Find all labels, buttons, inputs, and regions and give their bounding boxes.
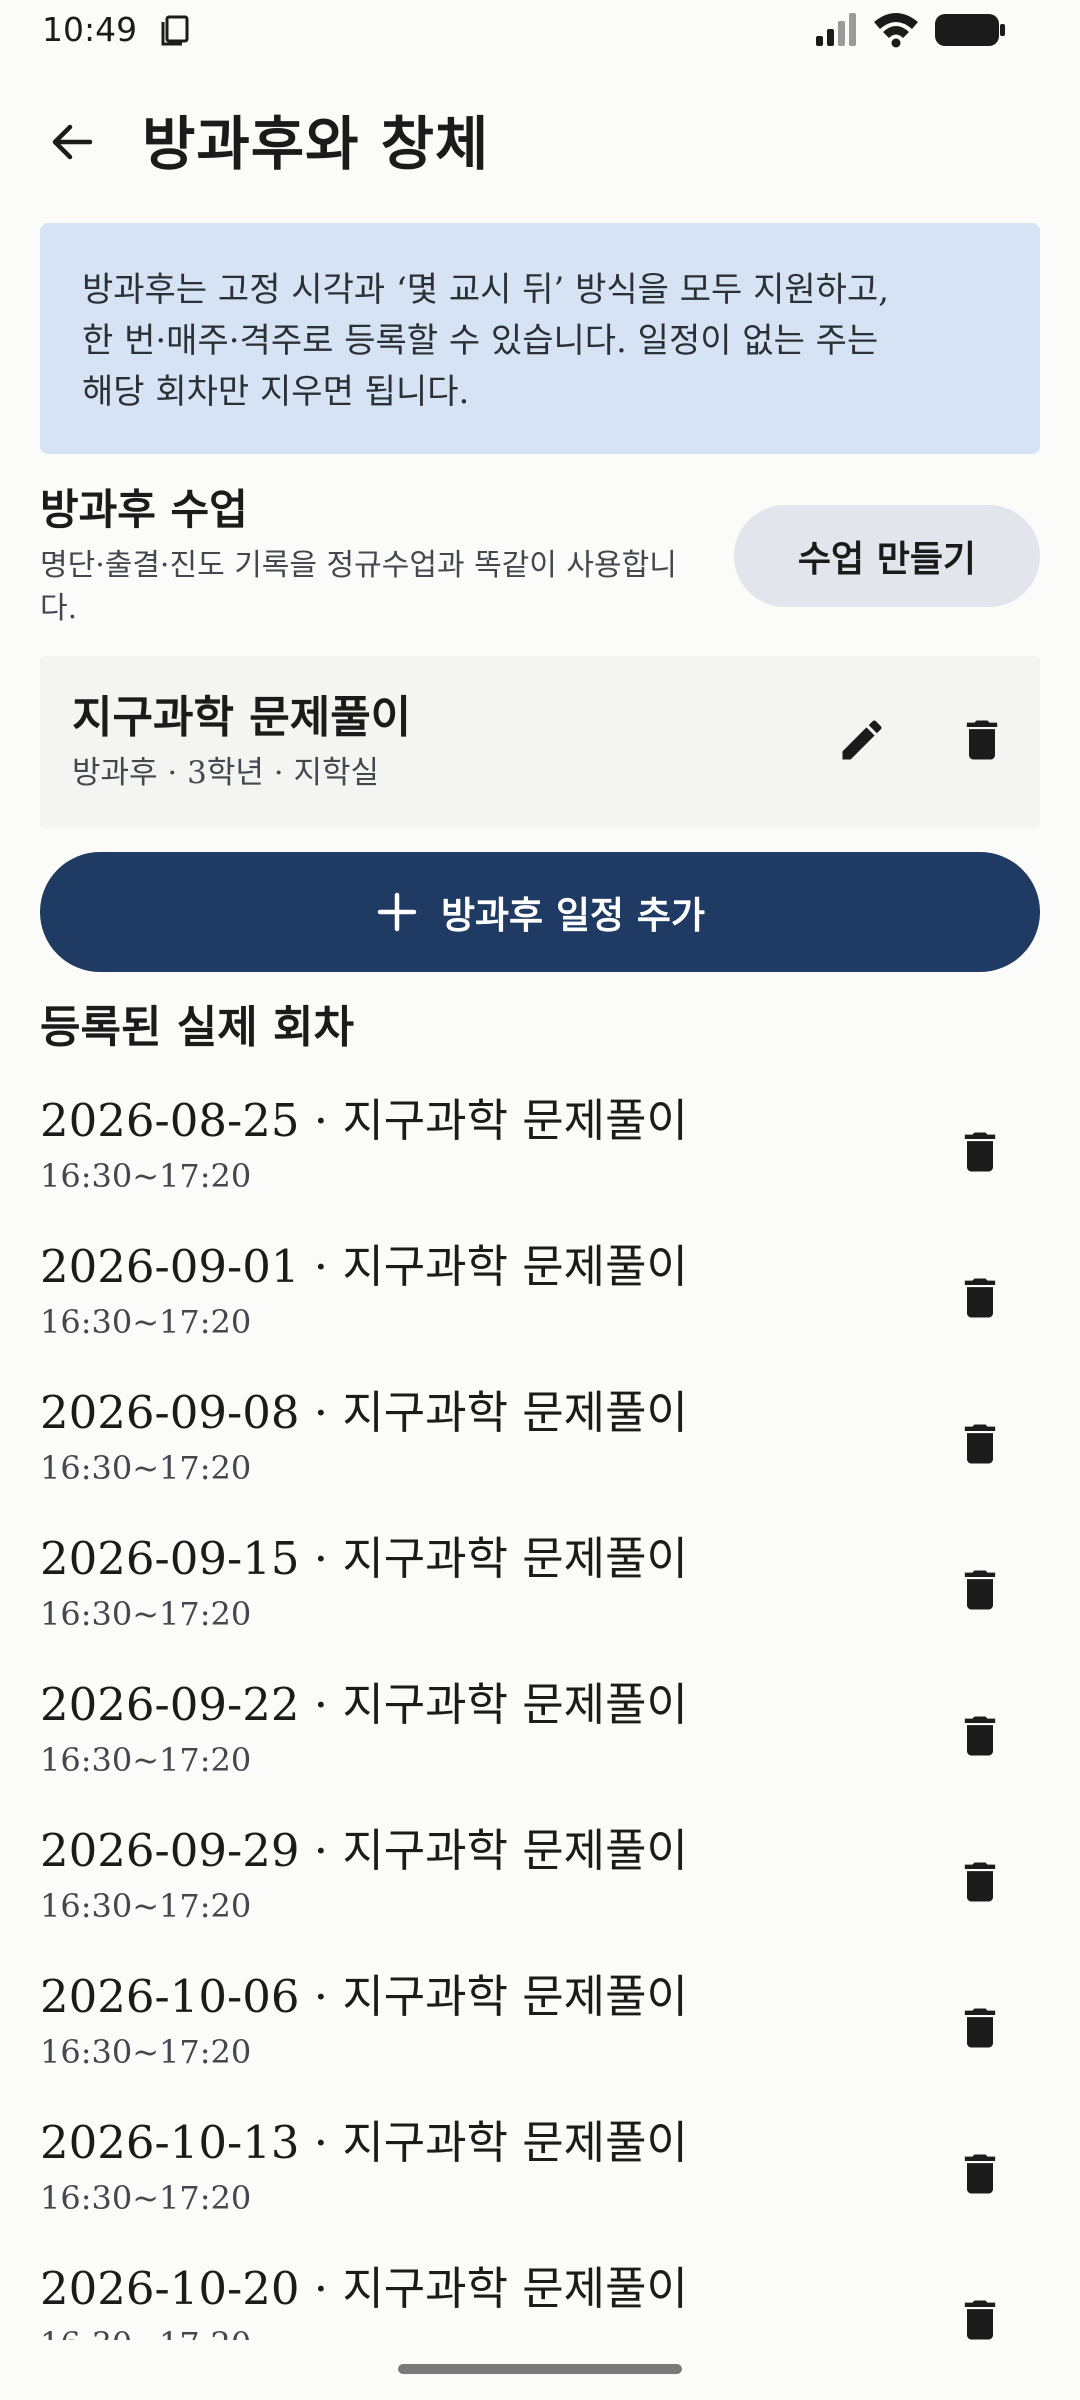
delete-session-button[interactable]: [944, 1118, 1016, 1190]
class-card[interactable]: 지구과학 문제풀이 방과후 · 3학년 · 지학실: [40, 656, 1040, 828]
delete-session-button[interactable]: [944, 1848, 1016, 1920]
back-button[interactable]: [40, 112, 104, 176]
trash-icon: [954, 1272, 1006, 1328]
battery-full-icon: [934, 13, 1006, 47]
trash-icon: [954, 2002, 1006, 2058]
session-title: 2026-09-22 · 지구과학 문제풀이: [40, 1678, 688, 1731]
class-meta: 방과후 · 3학년 · 지학실: [72, 755, 380, 791]
session-title: 2026-10-20 · 지구과학 문제풀이: [40, 2262, 688, 2315]
delete-session-button[interactable]: [944, 1556, 1016, 1628]
session-title: 2026-09-15 · 지구과학 문제풀이: [40, 1532, 688, 1585]
session-time: 16:30~17:20: [40, 1887, 252, 1925]
class-section-title: 방과후 수업: [40, 485, 248, 534]
pencil-icon: [836, 714, 888, 770]
delete-session-button[interactable]: [944, 2286, 1016, 2340]
session-time: 16:30~17:20: [40, 1595, 252, 1633]
edit-class-button[interactable]: [826, 706, 898, 778]
wifi-icon: [872, 10, 920, 48]
class-section-description: 명단·출결·진도 기록을 정규수업과 똑같이 사용합니다.: [40, 548, 677, 626]
session-row[interactable]: 2026-09-22 · 지구과학 문제풀이 16:30~17:20: [0, 1674, 1080, 1820]
sim-card-icon: [160, 14, 192, 46]
session-title: 2026-09-29 · 지구과학 문제풀이: [40, 1824, 688, 1877]
session-time: 16:30~17:20: [40, 1303, 252, 1341]
session-time: 16:30~17:20: [40, 1157, 252, 1195]
session-title: 2026-08-25 · 지구과학 문제풀이: [40, 1094, 688, 1147]
gesture-handle[interactable]: [398, 2364, 682, 2374]
add-schedule-label: 방과후 일정 추가: [440, 894, 706, 937]
info-banner: 방과후는 고정 시각과 ‘몇 교시 뒤’ 방식을 모두 지원하고, 한 번·매주…: [40, 223, 1040, 454]
trash-icon: [954, 1564, 1006, 1620]
trash-icon: [954, 1856, 1006, 1912]
delete-session-button[interactable]: [944, 2140, 1016, 2212]
info-banner-text: 방과후는 고정 시각과 ‘몇 교시 뒤’ 방식을 모두 지원하고, 한 번·매주…: [82, 270, 890, 412]
session-row[interactable]: 2026-09-15 · 지구과학 문제풀이 16:30~17:20: [0, 1528, 1080, 1674]
trash-icon: [954, 2148, 1006, 2204]
sessions-title: 등록된 실제 회차: [40, 1002, 354, 1053]
session-row[interactable]: 2026-10-20 · 지구과학 문제풀이 16:30~17:20: [0, 2258, 1080, 2340]
session-time: 16:30~17:20: [40, 1449, 252, 1487]
session-title: 2026-10-06 · 지구과학 문제풀이: [40, 1970, 688, 2023]
session-row[interactable]: 2026-09-08 · 지구과학 문제풀이 16:30~17:20: [0, 1382, 1080, 1528]
trash-icon: [956, 714, 1008, 770]
session-time: 16:30~17:20: [40, 1741, 252, 1779]
session-row[interactable]: 2026-09-29 · 지구과학 문제풀이 16:30~17:20: [0, 1820, 1080, 1966]
cell-signal-icon: [814, 12, 858, 48]
trash-icon: [954, 2294, 1006, 2340]
create-class-button[interactable]: 수업 만들기: [734, 505, 1040, 607]
session-title: 2026-09-08 · 지구과학 문제풀이: [40, 1386, 688, 1439]
session-list[interactable]: 2026-08-25 · 지구과학 문제풀이 16:30~17:20 2026-…: [0, 1090, 1080, 2340]
trash-icon: [954, 1418, 1006, 1474]
session-row[interactable]: 2026-10-06 · 지구과학 문제풀이 16:30~17:20: [0, 1966, 1080, 2112]
add-schedule-button[interactable]: 방과후 일정 추가: [40, 852, 1040, 972]
session-title: 2026-10-13 · 지구과학 문제풀이: [40, 2116, 688, 2169]
status-bar: 10:49: [0, 0, 1080, 60]
delete-class-button[interactable]: [946, 706, 1018, 778]
delete-session-button[interactable]: [944, 1994, 1016, 2066]
arrow-back-icon: [48, 118, 96, 170]
session-row[interactable]: 2026-08-25 · 지구과학 문제풀이 16:30~17:20: [0, 1090, 1080, 1236]
delete-session-button[interactable]: [944, 1264, 1016, 1336]
status-time: 10:49: [42, 10, 138, 49]
session-row[interactable]: 2026-10-13 · 지구과학 문제풀이 16:30~17:20: [0, 2112, 1080, 2258]
trash-icon: [954, 1126, 1006, 1182]
delete-session-button[interactable]: [944, 1410, 1016, 1482]
session-time: 16:30~17:20: [40, 2033, 252, 2071]
class-name: 지구과학 문제풀이: [72, 692, 412, 743]
session-time: 16:30~17:20: [40, 2322, 251, 2340]
page-title: 방과후와 창체: [142, 110, 490, 178]
session-row[interactable]: 2026-09-01 · 지구과학 문제풀이 16:30~17:20: [0, 1236, 1080, 1382]
delete-session-button[interactable]: [944, 1702, 1016, 1774]
trash-icon: [954, 1710, 1006, 1766]
session-time: 16:30~17:20: [40, 2179, 252, 2217]
session-title: 2026-09-01 · 지구과학 문제풀이: [40, 1240, 688, 1293]
plus-icon: [375, 890, 419, 934]
